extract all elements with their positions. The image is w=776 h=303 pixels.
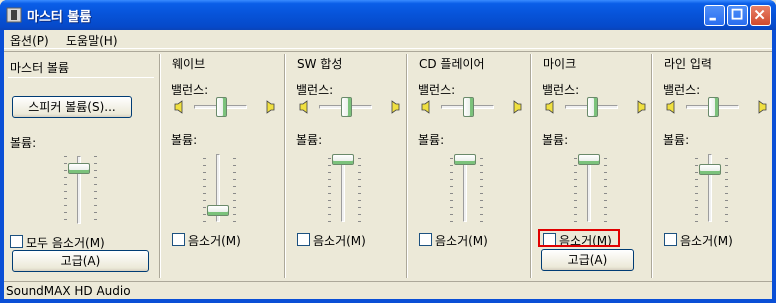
menu-options[interactable]: 옵션(P) — [10, 32, 49, 49]
left-speaker-icon — [174, 100, 183, 114]
tick-marks-left — [203, 158, 206, 228]
tick-marks-left — [328, 158, 331, 228]
balance-label: 밸런스: — [171, 83, 209, 97]
left-speaker-icon — [299, 100, 308, 114]
tick-marks-left — [574, 158, 577, 228]
balance-label: 밸런스: — [418, 83, 456, 97]
volume-label: 볼륨: — [663, 133, 690, 147]
mixer-window: 마스터 볼륨 옵션(P) 도움말(H) 마스터 볼륨 스피커 볼륨(S)... … — [0, 0, 776, 303]
right-speaker-icon — [758, 100, 767, 114]
menu-divider — [4, 51, 772, 52]
master-volume-slider[interactable] — [68, 162, 90, 174]
status-bar: SoundMAX HD Audio — [4, 281, 772, 299]
right-speaker-icon — [513, 100, 522, 114]
channel-title: 라인 입력 — [664, 57, 712, 71]
close-button[interactable] — [750, 5, 771, 26]
tick-marks-left — [695, 158, 698, 228]
volume-label: 볼륨: — [296, 133, 323, 147]
mute-checkbox[interactable] — [172, 233, 185, 246]
left-speaker-icon — [666, 100, 675, 114]
panel-separator — [284, 54, 286, 278]
balance-label: 밸런스: — [542, 83, 580, 97]
highlight-box — [538, 229, 620, 247]
title-bar[interactable]: 마스터 볼륨 — [0, 0, 776, 30]
advanced-button[interactable]: 고급(A) — [541, 249, 634, 271]
balance-label: 밸런스: — [296, 83, 334, 97]
maximize-button[interactable] — [727, 5, 748, 26]
mute-label: 음소거(M) — [680, 234, 733, 248]
left-speaker-icon — [421, 100, 430, 114]
mute-checkbox[interactable] — [419, 233, 432, 246]
mixer-client-area: 옵션(P) 도움말(H) 마스터 볼륨 스피커 볼륨(S)... 볼륨: 모두 … — [4, 30, 772, 299]
minimize-icon — [709, 17, 716, 21]
balance-slider[interactable] — [462, 97, 474, 117]
mute-checkbox[interactable] — [664, 233, 677, 246]
master-tick-marks-left — [64, 156, 67, 226]
balance-slider[interactable] — [340, 97, 352, 117]
tick-marks-right — [358, 158, 361, 228]
balance-slider[interactable] — [707, 97, 719, 117]
volume-slider[interactable] — [332, 154, 354, 165]
channel-title: 마이크 — [543, 57, 577, 71]
mute-label: 음소거(M) — [435, 234, 488, 248]
panel-separator — [530, 54, 532, 278]
speaker-app-icon — [6, 7, 22, 23]
maximize-icon — [731, 8, 743, 20]
menu-help[interactable]: 도움말(H) — [66, 32, 118, 49]
volume-slider[interactable] — [454, 154, 476, 165]
mute-checkbox[interactable] — [297, 233, 310, 246]
window-title: 마스터 볼륨 — [27, 10, 92, 25]
master-mute-label: 모두 음소거(M) — [26, 236, 105, 250]
volume-label: 볼륨: — [171, 133, 198, 147]
left-speaker-icon — [545, 100, 554, 114]
volume-slider[interactable] — [699, 164, 721, 176]
panel-separator — [159, 54, 161, 278]
channel-title: SW 합성 — [297, 57, 343, 71]
tick-marks-right — [480, 158, 483, 228]
right-speaker-icon — [266, 100, 275, 114]
right-speaker-icon — [637, 100, 646, 114]
tick-marks-right — [233, 158, 236, 228]
volume-slider[interactable] — [578, 154, 600, 165]
balance-label: 밸런스: — [663, 83, 701, 97]
master-tick-marks-right — [94, 156, 97, 226]
channel-title: CD 플레이어 — [419, 57, 485, 71]
mute-label: 음소거(M) — [313, 234, 366, 248]
mute-label: 음소거(M) — [188, 234, 241, 248]
right-speaker-icon — [391, 100, 400, 114]
tick-marks-right — [725, 158, 728, 228]
balance-slider[interactable] — [215, 97, 227, 117]
balance-slider[interactable] — [586, 97, 598, 117]
master-advanced-button[interactable]: 고급(A) — [12, 250, 149, 272]
tick-marks-right — [604, 158, 607, 228]
panel-separator — [651, 54, 653, 278]
volume-slider[interactable] — [207, 205, 229, 217]
channel-title: 웨이브 — [172, 57, 206, 71]
master-volume-label: 볼륨: — [10, 136, 37, 150]
master-mute-checkbox[interactable] — [10, 235, 23, 248]
status-text: SoundMAX HD Audio — [6, 284, 131, 298]
panel-separator — [406, 54, 408, 278]
volume-label: 볼륨: — [418, 133, 445, 147]
menu-bar: 옵션(P) 도움말(H) — [4, 30, 772, 49]
speaker-volume-button[interactable]: 스피커 볼륨(S)... — [12, 96, 132, 118]
master-title-rule — [8, 77, 154, 78]
master-title: 마스터 볼륨 — [10, 61, 70, 75]
close-icon — [754, 9, 765, 20]
minimize-button[interactable] — [704, 5, 725, 26]
volume-label: 볼륨: — [542, 133, 569, 147]
tick-marks-left — [450, 158, 453, 228]
